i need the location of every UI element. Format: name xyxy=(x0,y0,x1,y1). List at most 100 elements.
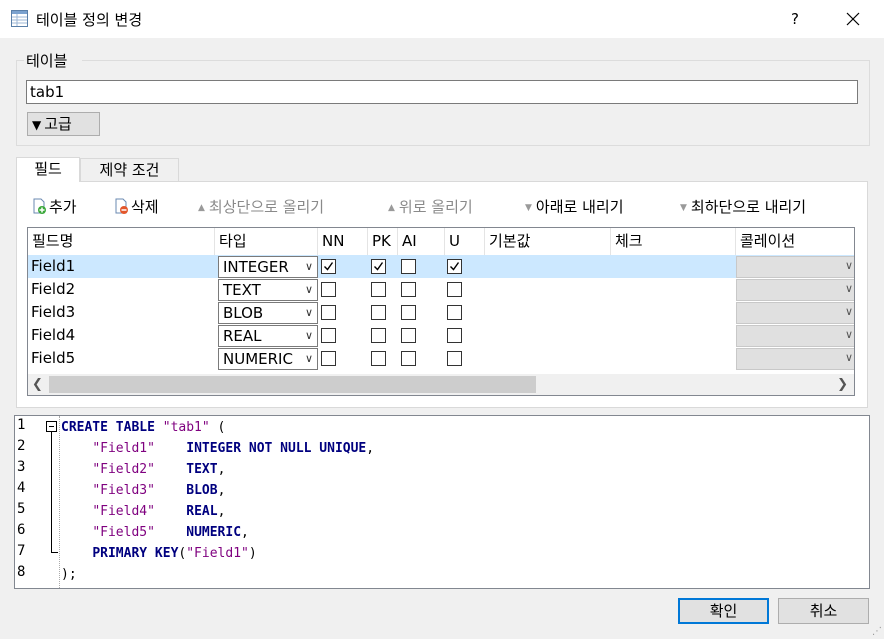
line-number: 7 xyxy=(17,543,26,559)
nn-checkbox[interactable] xyxy=(321,328,336,343)
collation-select[interactable]: ∨ xyxy=(736,302,854,324)
tab-fields[interactable]: 필드 xyxy=(16,157,80,182)
fold-toggle-icon[interactable] xyxy=(46,421,57,432)
cancel-button[interactable]: 취소 xyxy=(778,598,869,624)
fold-line xyxy=(51,432,52,552)
u-checkbox[interactable] xyxy=(447,328,462,343)
type-select[interactable]: REAL ∨ xyxy=(218,325,318,347)
column-header[interactable]: AI xyxy=(398,228,445,255)
ai-checkbox[interactable] xyxy=(401,328,416,343)
field-name-cell[interactable]: Field1 xyxy=(31,255,75,278)
line-number: 1 xyxy=(17,417,26,433)
u-checkbox[interactable] xyxy=(447,282,462,297)
close-button[interactable] xyxy=(836,4,870,34)
field-name-cell[interactable]: Field3 xyxy=(31,301,75,324)
code-line: CREATE TABLE "tab1" ( xyxy=(61,417,225,438)
pk-checkbox[interactable] xyxy=(371,259,386,274)
collation-select[interactable]: ∨ xyxy=(736,279,854,301)
ok-button[interactable]: 확인 xyxy=(678,598,769,624)
pk-checkbox[interactable] xyxy=(371,351,386,366)
add-field-button[interactable]: 추가 xyxy=(31,196,77,217)
line-number: 4 xyxy=(17,480,26,496)
column-header[interactable]: 타입 xyxy=(215,228,318,255)
tab-constraints[interactable]: 제약 조건 xyxy=(80,158,179,182)
move-up-button[interactable]: ▲ 위로 올리기 xyxy=(388,196,473,217)
type-select[interactable]: NUMERIC ∨ xyxy=(218,348,318,370)
chevron-down-icon: ∨ xyxy=(304,260,313,273)
scroll-left-icon[interactable]: ❮ xyxy=(32,374,43,395)
field-name-cell[interactable]: Field5 xyxy=(31,347,75,370)
move-bottom-button[interactable]: ▼ 최하단으로 내리기 xyxy=(680,196,806,217)
sql-editor[interactable]: 1 2 3 4 5 6 7 8 CREATE TABLE "tab1" ( "Field1" … xyxy=(14,415,870,589)
line-number: 6 xyxy=(17,522,26,538)
move-top-icon: ▲ xyxy=(198,203,205,213)
type-value: NUMERIC xyxy=(223,350,293,368)
triangle-down-icon: ▼ xyxy=(32,118,42,132)
nn-checkbox[interactable] xyxy=(321,305,336,320)
code-token: ); xyxy=(61,567,77,582)
move-down-label: 아래로 내리기 xyxy=(535,198,624,216)
advanced-button[interactable]: ▼ 고급 xyxy=(27,112,100,136)
code-line: "Field1" INTEGER NOT NULL UNIQUE, xyxy=(61,438,374,459)
u-checkbox[interactable] xyxy=(447,351,462,366)
code-token: "Field5" xyxy=(92,525,155,540)
nn-checkbox[interactable] xyxy=(321,282,336,297)
help-button[interactable]: ? xyxy=(780,6,810,32)
nn-checkbox[interactable] xyxy=(321,351,336,366)
field-name-cell[interactable]: Field2 xyxy=(31,278,75,301)
table-row[interactable]: Field3 BLOB ∨ ∨ xyxy=(28,301,854,324)
move-bottom-icon: ▼ xyxy=(680,203,687,213)
type-value: REAL xyxy=(223,327,262,345)
type-select[interactable]: BLOB ∨ xyxy=(218,302,318,324)
ai-checkbox[interactable] xyxy=(401,305,416,320)
line-number: 5 xyxy=(17,501,26,517)
pk-checkbox[interactable] xyxy=(371,305,386,320)
column-header[interactable]: PK xyxy=(368,228,398,255)
type-select[interactable]: TEXT ∨ xyxy=(218,279,318,301)
table-name-input[interactable]: tab1 xyxy=(26,80,858,104)
table-row[interactable]: Field2 TEXT ∨ ∨ xyxy=(28,278,854,301)
code-token: NUMERIC xyxy=(186,525,242,540)
pk-checkbox[interactable] xyxy=(371,328,386,343)
pk-checkbox[interactable] xyxy=(371,282,386,297)
column-header[interactable]: NN xyxy=(318,228,368,255)
column-header[interactable]: 체크 xyxy=(611,228,736,255)
column-header[interactable]: U xyxy=(445,228,485,255)
scrollbar-thumb[interactable] xyxy=(49,376,536,393)
move-down-button[interactable]: ▼ 아래로 내리기 xyxy=(525,196,624,217)
table-row[interactable]: Field1 INTEGER ∨ ∨ xyxy=(28,255,854,278)
code-token: "Field4" xyxy=(92,504,155,519)
resize-grip-icon[interactable]: ⋰ xyxy=(872,626,882,637)
move-top-button[interactable]: ▲ 최상단으로 올리기 xyxy=(198,196,324,217)
code-token: "Field2" xyxy=(92,462,155,477)
code-token: , xyxy=(241,525,249,540)
type-select[interactable]: INTEGER ∨ xyxy=(218,256,318,278)
chevron-down-icon: ∨ xyxy=(304,329,313,342)
scroll-right-icon[interactable]: ❯ xyxy=(837,374,848,395)
fold-end xyxy=(51,552,58,553)
field-name-cell[interactable]: Field4 xyxy=(31,324,75,347)
u-checkbox[interactable] xyxy=(447,259,462,274)
code-line: ); xyxy=(61,564,77,585)
delete-field-button[interactable]: 삭제 xyxy=(113,196,159,217)
collation-select[interactable]: ∨ xyxy=(736,348,854,370)
column-header[interactable]: 기본값 xyxy=(485,228,611,255)
u-checkbox[interactable] xyxy=(447,305,462,320)
ai-checkbox[interactable] xyxy=(401,351,416,366)
collation-select[interactable]: ∨ xyxy=(736,256,854,278)
ai-checkbox[interactable] xyxy=(401,259,416,274)
fields-grid[interactable]: 필드명 타입 NN PK AI U 기본값 체크 콜레이션 Field1 INTE… xyxy=(27,227,855,396)
collation-select[interactable]: ∨ xyxy=(736,325,854,347)
ai-checkbox[interactable] xyxy=(401,282,416,297)
table-row[interactable]: Field4 REAL ∨ ∨ xyxy=(28,324,854,347)
horizontal-scrollbar[interactable]: ❮ ❯ xyxy=(28,374,854,395)
nn-checkbox[interactable] xyxy=(321,259,336,274)
table-row[interactable]: Field5 NUMERIC ∨ ∨ xyxy=(28,347,854,370)
code-token: INTEGER NOT NULL UNIQUE xyxy=(186,441,367,456)
column-header[interactable]: 필드명 xyxy=(28,228,215,255)
column-header[interactable]: 콜레이션 xyxy=(736,228,854,255)
line-gutter: 1 2 3 4 5 6 7 8 xyxy=(15,416,59,588)
